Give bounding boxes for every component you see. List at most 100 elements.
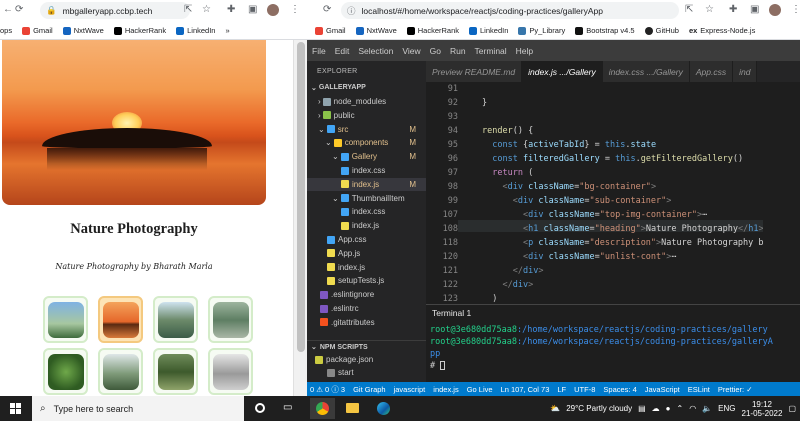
volume-icon[interactable]: 🔈 bbox=[702, 404, 712, 413]
menu-terminal[interactable]: Terminal bbox=[475, 46, 507, 56]
bookmark-linkedin[interactable]: LinkedIn bbox=[176, 26, 215, 35]
menu-go[interactable]: Go bbox=[430, 46, 441, 56]
minimap[interactable] bbox=[763, 82, 800, 304]
bookmark-bootstrap[interactable]: Bootstrap v4.5 bbox=[575, 26, 635, 35]
bookmark-ops[interactable]: ops bbox=[0, 26, 12, 35]
thumbnail-item[interactable] bbox=[208, 296, 253, 343]
file-tree-item[interactable]: index.css bbox=[307, 205, 426, 219]
thumbnail-item-active[interactable] bbox=[98, 296, 143, 343]
cortana-icon[interactable] bbox=[255, 403, 265, 413]
menu-run[interactable]: Run bbox=[450, 46, 466, 56]
file-tree-item[interactable]: › public bbox=[307, 109, 426, 123]
status-go-live[interactable]: Go Live bbox=[467, 385, 493, 394]
star-icon[interactable]: ☆ bbox=[705, 4, 714, 16]
file-tree-item[interactable]: index.js M bbox=[307, 177, 426, 192]
file-tree-item[interactable]: ⌄ ThumbnailItem bbox=[307, 191, 426, 205]
reload-icon[interactable]: ⟳ bbox=[323, 4, 331, 16]
sidepanel-icon[interactable]: ▣ bbox=[248, 4, 257, 16]
file-tree-item[interactable]: › node_modules bbox=[307, 95, 426, 109]
terminal-tab[interactable]: Terminal 1 bbox=[432, 308, 471, 318]
weather-text[interactable]: 29°C Partly cloudy bbox=[566, 404, 632, 413]
weather-icon[interactable]: ⛅ bbox=[550, 404, 560, 413]
menu-dots-icon[interactable]: ⋮ bbox=[791, 4, 800, 16]
menu-edit[interactable]: Edit bbox=[335, 46, 350, 56]
file-tree-item[interactable]: App.js bbox=[307, 247, 426, 261]
terminal-panel[interactable]: Terminal 1 root@3e680dd75aa8:/home/works… bbox=[426, 304, 800, 382]
thumbnail-item[interactable] bbox=[153, 296, 198, 343]
left-address-bar[interactable]: 🔒 mbgalleryapp.ccbp.tech bbox=[40, 2, 190, 19]
right-address-bar[interactable]: ⓘ localhost/#/home/workspace/reactjs/cod… bbox=[341, 2, 679, 19]
chrome-taskbar-icon[interactable] bbox=[310, 398, 335, 419]
file-tree-item[interactable]: index.js bbox=[307, 219, 426, 233]
status-encoding[interactable]: UTF-8 bbox=[574, 385, 595, 394]
bookmark-nxtwave[interactable]: NxtWave bbox=[62, 26, 104, 35]
file-tree-item[interactable]: ⌄ src M bbox=[307, 122, 426, 136]
menu-file[interactable]: File bbox=[312, 46, 326, 56]
menu-view[interactable]: View bbox=[402, 46, 420, 56]
onedrive-icon[interactable]: ☁ bbox=[652, 404, 660, 413]
chevron-up-icon[interactable]: ⌃ bbox=[677, 404, 684, 413]
extensions-icon[interactable]: ✚ bbox=[227, 4, 235, 16]
more-bookmarks-icon[interactable]: » bbox=[225, 26, 229, 35]
status-language-js[interactable]: javascript bbox=[394, 385, 426, 394]
back-arrow-icon[interactable]: ← bbox=[3, 4, 13, 16]
tab-overflow[interactable]: ind bbox=[733, 61, 758, 82]
file-tree-item[interactable]: ⌄ Gallery M bbox=[307, 150, 426, 164]
status-git-graph[interactable]: Git Graph bbox=[353, 385, 386, 394]
bookmark-linkedin[interactable]: LinkedIn bbox=[469, 26, 508, 35]
tab-readme-preview[interactable]: Preview README.md bbox=[426, 61, 523, 82]
npm-package-json[interactable]: package.json bbox=[307, 353, 426, 367]
bookmark-hackerrank[interactable]: HackerRank bbox=[406, 26, 459, 35]
bookmark-gmail[interactable]: Gmail bbox=[22, 26, 53, 35]
status-file[interactable]: index.js bbox=[433, 385, 458, 394]
github-tray-icon[interactable]: ● bbox=[666, 404, 671, 413]
file-tree-item[interactable]: index.css bbox=[307, 164, 426, 178]
file-tree-item[interactable]: index.js bbox=[307, 260, 426, 274]
profile-avatar[interactable] bbox=[769, 4, 781, 16]
clock[interactable]: 19:12 21-05-2022 bbox=[742, 400, 783, 418]
status-problems[interactable]: 0 ⚠ 0 ⓘ 3 bbox=[310, 384, 345, 395]
status-eol[interactable]: LF bbox=[557, 385, 566, 394]
thumbnail-item[interactable] bbox=[43, 348, 88, 395]
tab-index-js[interactable]: index.js .../Gallery bbox=[522, 61, 603, 82]
code-editor[interactable]: 91 92 93 94 95 96 97 98 99 107 108 118 120 121 122 123 … bbox=[426, 82, 800, 304]
menu-selection[interactable]: Selection bbox=[358, 46, 393, 56]
file-tree-item[interactable]: setupTests.js bbox=[307, 274, 426, 288]
thumbnail-item[interactable] bbox=[98, 348, 143, 395]
language-indicator[interactable]: ENG bbox=[718, 404, 735, 413]
menu-help[interactable]: Help bbox=[516, 46, 533, 56]
npm-scripts-header[interactable]: ⌄ NPM SCRIPTS bbox=[307, 340, 426, 354]
status-language[interactable]: JavaScript bbox=[645, 385, 680, 394]
edge-icon[interactable] bbox=[377, 402, 390, 415]
file-tree-item[interactable]: .eslintignore bbox=[307, 288, 426, 302]
thumbnail-item[interactable] bbox=[43, 296, 88, 343]
file-tree-item[interactable]: ⌄ GALLERYAPP bbox=[307, 81, 426, 95]
network-icon[interactable]: ▤ bbox=[638, 404, 646, 413]
sidepanel-icon[interactable]: ▣ bbox=[750, 4, 759, 16]
status-cursor[interactable]: Ln 107, Col 73 bbox=[501, 385, 550, 394]
npm-script-start[interactable]: start bbox=[307, 366, 426, 380]
thumbnail-item[interactable] bbox=[153, 348, 198, 395]
tab-index-css[interactable]: index.css .../Gallery bbox=[602, 61, 690, 82]
bookmark-github[interactable]: GitHub bbox=[644, 26, 679, 35]
profile-avatar[interactable] bbox=[267, 4, 279, 16]
tab-app-css[interactable]: App.css bbox=[689, 61, 734, 82]
file-tree-item[interactable]: App.css bbox=[307, 233, 426, 247]
share-icon[interactable]: ⇱ bbox=[685, 4, 693, 16]
file-tree-item[interactable]: .eslintrc bbox=[307, 302, 426, 316]
taskbar-search-box[interactable]: ⌕ Type here to search bbox=[32, 396, 244, 421]
wifi-icon[interactable]: ◠ bbox=[689, 404, 696, 413]
star-icon[interactable]: ☆ bbox=[202, 4, 211, 16]
status-indent[interactable]: Spaces: 4 bbox=[603, 385, 636, 394]
file-tree-item[interactable]: .gitattributes bbox=[307, 316, 426, 330]
extensions-icon[interactable]: ✚ bbox=[729, 4, 737, 16]
status-eslint[interactable]: ESLint bbox=[688, 385, 710, 394]
bookmark-py-library[interactable]: Py_Library bbox=[518, 26, 565, 35]
scrollbar-thumb[interactable] bbox=[297, 42, 305, 352]
notifications-icon[interactable]: ▢ bbox=[788, 404, 796, 413]
bookmark-express[interactable]: ex Express-Node.js bbox=[689, 26, 755, 35]
left-page-scrollbar[interactable] bbox=[293, 40, 307, 396]
reload-icon[interactable]: ⟳ bbox=[15, 4, 23, 16]
share-icon[interactable]: ⇱ bbox=[184, 4, 192, 16]
windows-start-icon[interactable] bbox=[10, 403, 21, 414]
